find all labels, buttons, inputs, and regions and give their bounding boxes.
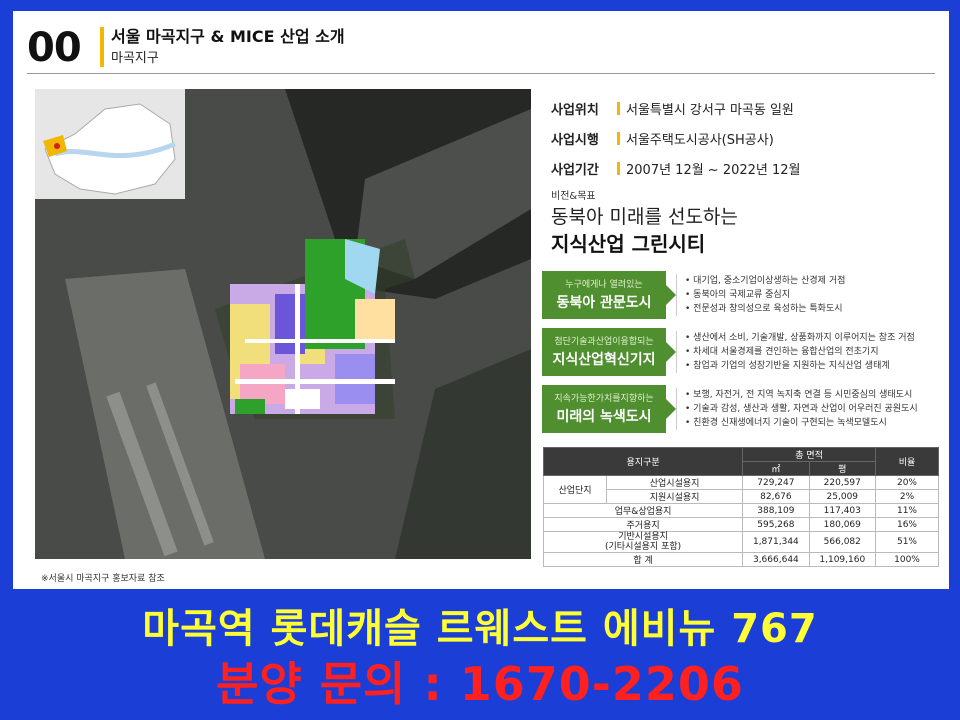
info-key: 사업시행 [551,133,599,148]
table-row: 기반시설용지 (기타시설용지 포함) 1,871,344 566,082 51% [542,531,939,553]
table-row: 업무&상업용지 388,109 117,403 11% [542,503,939,518]
goal-block: 첨단기술과산업이융합되는 지식산업혁신기지 • 생산에서 소비, 기술개발, 상… [542,328,942,376]
cell-pyeong: 25,009 [808,489,877,504]
cell-sqm: 388,109 [742,503,810,518]
vision-line-2: 지식산업 그린시티 [551,232,706,256]
goal-items: • 보행, 자전거, 전 지역 녹지축 연결 등 시민중심의 생태도시 • 기술… [676,388,949,430]
table-total-row: 합 계 3,666,644 1,109,160 100% [542,552,939,567]
info-value: 2007년 12월 ~ 2022년 12월 [626,163,801,178]
goal-items: • 대기업, 중소기업이상생하는 산경제 거점 • 동북아의 국제교류 중심지 … [676,274,949,316]
land-use-table: 용지구분 총 면적 비율 ㎡ 평 산업단지 산업시설용지 729,247 220… [542,447,939,567]
col-header-pyeong: 평 [808,461,877,476]
promo-phone-banner: 분양 문의 : 1670-2206 [216,657,744,711]
aerial-map-image [35,89,531,559]
table-row: 주거용지 595,268 180,069 16% [542,517,939,532]
col-header-ratio: 비율 [875,447,939,476]
slide-panel: 00 서울 마곡지구 & MICE 산업 소개 마곡지구 ※서울시 마곡지구 홍… [13,11,949,589]
cell-ratio: 20% [875,475,939,490]
cell-pyeong: 180,069 [808,517,877,532]
goal-small-label: 첨단기술과산업이융합되는 [554,337,654,347]
row-label: 산업시설용지 [605,475,744,490]
row-label: 업무&상업용지 [542,503,744,518]
row-label: 기반시설용지 (기타시설용지 포함) [542,531,744,553]
goal-item: • 동북아의 국제교류 중심지 [685,290,790,300]
row-label: 주거용지 [542,517,744,532]
vision-tag: 비전&목표 [551,191,596,202]
cell-sqm: 595,268 [742,517,810,532]
goal-label-box: 지속가능한가치를지향하는 미래의 녹색도시 [542,385,676,433]
cell-pyeong: 566,082 [808,531,877,553]
goal-item: • 차세대 서울경제를 견인하는 융합산업의 전초기지 [685,347,879,357]
col-header-total: 총 면적 [742,447,876,462]
cell-ratio: 2% [875,489,939,504]
info-value: 서울주택도시공사(SH공사) [626,133,774,148]
cell-sqm: 82,676 [742,489,810,504]
info-row-operator: 사업시행 서울주택도시공사(SH공사) [551,129,774,149]
table-row: 산업단지 산업시설용지 729,247 220,597 20% [543,475,939,504]
row-label: 합 계 [542,552,744,567]
cell-ratio: 100% [875,552,939,567]
goal-item: • 대기업, 중소기업이상생하는 산경제 거점 [685,276,846,286]
goal-item: • 참업과 기업의 성장기반을 지원하는 지식산업 생태계 [685,361,890,371]
col-header-category: 용지구분 [542,447,744,476]
goal-label-box: 누구에게나 열려있는 동북아 관문도시 [542,271,676,319]
row-group-label: 산업단지 [543,475,607,504]
goal-small-label: 지속가능한가치를지향하는 [554,394,654,404]
promo-title-banner: 마곡역 롯데캐슬 르웨스트 에비뉴 767 [142,606,818,652]
info-key: 사업위치 [551,103,599,118]
info-key: 사업기간 [551,163,599,178]
goal-item: • 생산에서 소비, 기술개발, 상품화까지 이루어지는 참조 거점 [685,333,915,343]
goal-main-label: 미래의 녹색도시 [556,409,652,425]
goal-small-label: 누구에게나 열려있는 [565,280,643,290]
header-divider [27,73,935,74]
goal-items: • 생산에서 소비, 기술개발, 상품화까지 이루어지는 참조 거점 • 차세대… [676,331,949,373]
page-subtitle: 마곡지구 [111,51,159,66]
info-accent-bar [617,132,620,145]
seoul-locator-map [35,89,185,199]
goal-item: • 친환경 신재생에너지 기술이 구현되는 녹색모델도시 [685,418,887,428]
goal-item: • 보행, 자전거, 전 지역 녹지축 연결 등 시민중심의 생태도시 [685,390,913,400]
cell-pyeong: 220,597 [808,475,877,490]
section-number: 00 [27,25,82,71]
goal-main-label: 동북아 관문도시 [556,295,652,311]
goal-block: 누구에게나 열려있는 동북아 관문도시 • 대기업, 중소기업이상생하는 산경제… [542,271,942,319]
col-header-sqm: ㎡ [742,461,810,476]
info-row-location: 사업위치 서울특별시 강서구 마곡동 일원 [551,99,794,119]
cell-sqm: 3,666,644 [742,552,810,567]
info-accent-bar [617,102,620,115]
cell-ratio: 11% [875,503,939,518]
row-label: 지원시설용지 [605,489,744,504]
cell-pyeong: 1,109,160 [808,552,877,567]
cell-sqm: 1,871,344 [742,531,810,553]
source-caption: ※서울시 마곡지구 홍보자료 참조 [41,574,165,584]
goal-block: 지속가능한가치를지향하는 미래의 녹색도시 • 보행, 자전거, 전 지역 녹지… [542,385,942,433]
header-accent-bar [100,27,104,67]
goal-label-box: 첨단기술과산업이융합되는 지식산업혁신기지 [542,328,676,376]
info-value: 서울특별시 강서구 마곡동 일원 [626,103,794,118]
vision-line-1: 동북아 미래를 선도하는 [551,206,738,228]
cell-ratio: 16% [875,517,939,532]
cell-ratio: 51% [875,531,939,553]
seoul-locator-inset [35,89,185,199]
info-row-period: 사업기간 2007년 12월 ~ 2022년 12월 [551,159,801,179]
goal-item: • 기술과 감성, 생산과 생활, 자연과 산업이 어우러진 공원도시 [685,404,918,414]
page-title: 서울 마곡지구 & MICE 산업 소개 [111,27,345,46]
table-header-row: 용지구분 총 면적 비율 [542,447,939,476]
info-accent-bar [617,162,620,175]
goal-item: • 전문성과 창의성으로 육성하는 특화도시 [685,304,843,314]
cell-sqm: 729,247 [742,475,810,490]
goal-main-label: 지식산업혁신기지 [552,352,656,368]
cell-pyeong: 117,403 [808,503,877,518]
